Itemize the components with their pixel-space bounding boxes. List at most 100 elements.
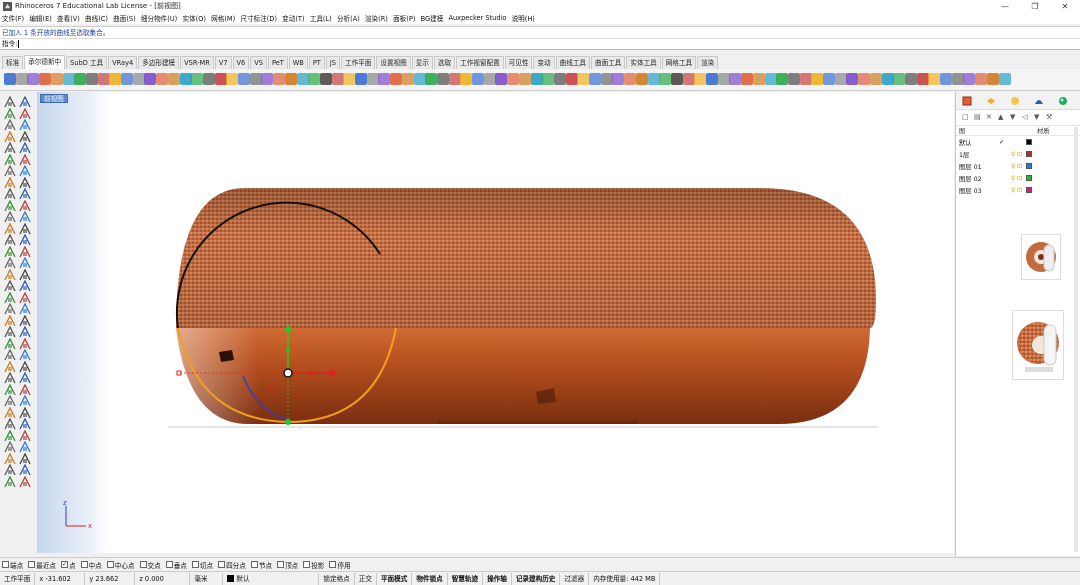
toolbar-tool-icon[interactable] <box>858 73 871 85</box>
layer-row[interactable]: 图层 03 ♀ ⊡ <box>956 184 1080 196</box>
toolbar-tool-icon[interactable] <box>27 73 40 85</box>
left-tool-icon[interactable] <box>4 279 16 292</box>
osnap-checkbox[interactable] <box>191 561 199 568</box>
maximize-button[interactable]: ❐ <box>1020 0 1050 12</box>
toolbar-tool-icon[interactable] <box>366 73 379 85</box>
units-display[interactable]: 毫米 <box>190 572 224 585</box>
toolbar-tool-icon[interactable] <box>109 73 122 85</box>
menu-render[interactable]: 渲染(R) <box>365 13 388 23</box>
tab-solid-tools[interactable]: 实体工具 <box>626 56 661 69</box>
toolbar-tool-icon[interactable] <box>553 73 566 85</box>
toggle-smarttrack[interactable]: 智慧轨迹 <box>448 572 484 585</box>
properties-tab-icon[interactable] <box>960 95 974 107</box>
filter-button[interactable]: 过滤器 <box>560 572 590 585</box>
osnap-checkbox[interactable] <box>303 561 311 568</box>
left-tool-icon[interactable] <box>19 95 31 108</box>
left-tool-icon[interactable] <box>19 176 31 189</box>
layer-row[interactable]: 图层 02 ♀ ⊡ <box>956 172 1080 184</box>
left-tool-icon[interactable] <box>4 291 16 304</box>
toggle-ortho[interactable]: 正交 <box>355 572 377 585</box>
toolbar-tool-icon[interactable] <box>940 73 952 85</box>
menu-analyze[interactable]: 分析(A) <box>337 13 360 23</box>
left-tool-icon[interactable] <box>19 118 31 131</box>
toolbar-tool-icon[interactable] <box>823 73 835 85</box>
materials-tab-icon[interactable] <box>1056 95 1070 107</box>
left-tool-icon[interactable] <box>4 348 16 361</box>
toolbar-tool-icon[interactable] <box>776 73 789 85</box>
tab-set-view[interactable]: 设置视图 <box>376 56 411 69</box>
toolbar-tool-icon[interactable] <box>39 73 52 85</box>
toolbar-tool-icon[interactable] <box>74 73 87 85</box>
toolbar-tool-icon[interactable] <box>951 73 964 85</box>
osnap-option[interactable]: 投影 <box>303 560 324 570</box>
toolbar-tool-icon[interactable] <box>530 73 543 85</box>
new-layer-icon[interactable]: □ <box>962 114 969 121</box>
left-tool-icon[interactable] <box>4 371 16 384</box>
osnap-checkbox[interactable] <box>139 561 147 568</box>
toolbar-tool-icon[interactable] <box>495 73 508 85</box>
move-parent-icon[interactable]: ◁ <box>1022 114 1029 121</box>
toolbar-tool-icon[interactable] <box>986 73 999 85</box>
toolbar-tool-icon[interactable] <box>284 73 297 85</box>
viewport-title-tab[interactable]: 前视图 <box>40 94 68 103</box>
tab-v7[interactable]: V7 <box>214 56 232 69</box>
left-tool-icon[interactable] <box>19 394 31 407</box>
move-up-icon[interactable]: ▲ <box>998 114 1005 121</box>
toolbar-tool-icon[interactable] <box>893 73 906 85</box>
left-tool-icon[interactable] <box>19 383 31 396</box>
toolbar-tool-icon[interactable] <box>846 73 859 85</box>
tab-select[interactable]: 选取 <box>433 56 456 69</box>
toolbar-tool-icon[interactable] <box>448 73 461 85</box>
menu-help[interactable]: 说明(H) <box>512 13 535 23</box>
left-tool-icon[interactable] <box>19 325 31 338</box>
toolbar-tool-icon[interactable] <box>834 73 847 85</box>
toolbar-tool-icon[interactable] <box>319 73 332 85</box>
lock-icon[interactable]: ⊡ <box>1017 151 1024 158</box>
cplane-indicator[interactable]: 工作平面 <box>0 572 36 585</box>
tab-transform[interactable]: 变动 <box>533 56 555 69</box>
tab-vs[interactable]: VS <box>250 56 267 69</box>
toolbar-tool-icon[interactable] <box>202 73 215 85</box>
osnap-checkbox[interactable] <box>218 561 226 568</box>
menu-solid[interactable]: 实体(O) <box>182 13 206 23</box>
toolbar-tool-icon[interactable] <box>975 73 988 85</box>
left-tool-icon[interactable] <box>4 440 16 453</box>
left-tool-icon[interactable] <box>19 210 31 223</box>
toggle-record-history[interactable]: 记录建构历史 <box>512 572 561 585</box>
left-tool-icon[interactable] <box>4 199 16 212</box>
toolbar-tool-icon[interactable] <box>659 73 672 85</box>
toolbar-tool-icon[interactable] <box>390 73 403 85</box>
toolbar-tool-icon[interactable] <box>682 73 695 85</box>
tab-mesh-tools[interactable]: 网格工具 <box>661 56 697 69</box>
left-tool-icon[interactable] <box>19 199 31 212</box>
toolbar-tool-icon[interactable] <box>4 73 16 85</box>
osnap-option[interactable]: 停用 <box>329 560 351 570</box>
left-tool-icon[interactable] <box>19 406 31 419</box>
tab-pt[interactable]: PT <box>308 56 325 69</box>
left-tool-icon[interactable] <box>4 164 16 177</box>
osnap-option[interactable]: 顶点 <box>277 560 298 570</box>
left-tool-icon[interactable] <box>19 302 31 315</box>
layer-color-swatch[interactable] <box>1026 175 1032 181</box>
toolbar-tool-icon[interactable] <box>904 73 917 85</box>
toggle-osnap[interactable]: 物件锁点 <box>412 572 448 585</box>
tab-visibility[interactable]: 可见性 <box>504 56 533 69</box>
left-tool-icon[interactable] <box>4 302 16 315</box>
toolbar-tool-icon[interactable] <box>869 73 882 85</box>
left-tool-icon[interactable] <box>19 314 31 327</box>
left-tool-icon[interactable] <box>19 153 31 166</box>
left-tool-icon[interactable] <box>4 463 16 476</box>
left-tool-icon[interactable] <box>19 107 31 120</box>
menu-tools[interactable]: 工具(L) <box>310 13 332 23</box>
display-tab-icon[interactable] <box>1008 95 1022 107</box>
left-tool-icon[interactable] <box>19 130 31 143</box>
toolbar-tool-icon[interactable] <box>296 73 309 85</box>
minimize-button[interactable]: — <box>990 0 1020 12</box>
toolbar-tool-icon[interactable] <box>179 73 192 85</box>
osnap-option[interactable]: 中点 <box>80 560 102 570</box>
left-tool-icon[interactable] <box>19 222 31 235</box>
tab-subd-tools[interactable]: SubD 工具 <box>66 56 108 69</box>
osnap-option[interactable]: 节点 <box>250 560 272 570</box>
toolbar-tool-icon[interactable] <box>694 73 707 85</box>
osnap-checkbox[interactable] <box>329 561 337 568</box>
